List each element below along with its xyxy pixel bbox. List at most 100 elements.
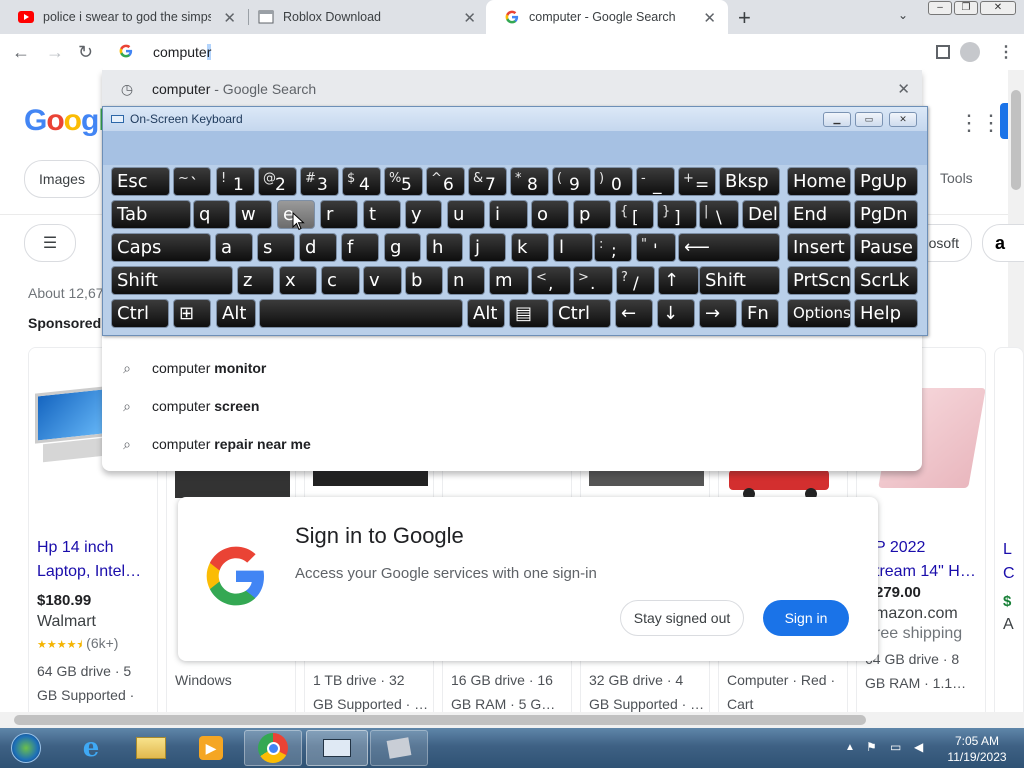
tools-button[interactable]: Tools bbox=[940, 170, 973, 186]
key-8[interactable]: * 8 bbox=[510, 167, 549, 196]
pgup-key[interactable]: PgUp bbox=[854, 167, 918, 196]
left-arrow-key[interactable]: ← bbox=[615, 299, 653, 328]
key-l[interactable]: l bbox=[553, 233, 593, 262]
key-/[interactable]: ? / bbox=[616, 266, 655, 295]
enter-key[interactable]: ⟵ bbox=[678, 233, 780, 262]
suggestion-item[interactable]: ⌕ computer repair near me bbox=[102, 425, 922, 463]
tab-youtube[interactable]: police i swear to god the simpsons ✕ bbox=[0, 0, 248, 34]
options-key[interactable]: Options bbox=[787, 299, 851, 328]
minimize-button[interactable]: – bbox=[928, 1, 952, 15]
product-card[interactable]: LC $ A bbox=[994, 347, 1024, 727]
shift-key[interactable]: Shift bbox=[111, 266, 233, 295]
esc-key[interactable]: Esc bbox=[111, 167, 170, 196]
action-center-flag-icon[interactable]: ⚑ bbox=[866, 740, 877, 754]
close-window-button[interactable]: ✕ bbox=[980, 1, 1016, 15]
key-q[interactable]: q bbox=[193, 200, 230, 229]
windows-key-icon[interactable]: ⊞ bbox=[173, 299, 211, 328]
key-g[interactable]: g bbox=[384, 233, 421, 262]
key-`[interactable]: ~ ` bbox=[173, 167, 211, 196]
down-arrow-key[interactable]: ↓ bbox=[657, 299, 695, 328]
back-arrow-icon[interactable]: ← bbox=[12, 42, 30, 63]
key-k[interactable]: k bbox=[511, 233, 549, 262]
ctrl-key[interactable]: Ctrl bbox=[111, 299, 169, 328]
key-][interactable]: }] bbox=[657, 200, 697, 229]
key-0[interactable]: ) 0 bbox=[594, 167, 633, 196]
suggestion-item[interactable]: ⌕ computer screen bbox=[102, 387, 922, 425]
tab-key[interactable]: Tab bbox=[111, 200, 191, 229]
key-3[interactable]: #3 bbox=[300, 167, 339, 196]
key-\[interactable]: | \ bbox=[699, 200, 739, 229]
key-a[interactable]: a bbox=[215, 233, 253, 262]
new-tab-button[interactable]: + bbox=[738, 5, 751, 31]
stay-signed-out-button[interactable]: Stay signed out bbox=[620, 600, 744, 636]
tab-close-icon[interactable]: ✕ bbox=[223, 9, 236, 27]
key-h[interactable]: h bbox=[426, 233, 463, 262]
tab-roblox[interactable]: Roblox Download ✕ bbox=[240, 0, 488, 34]
suggestion-item[interactable]: ◷ computer - Google Search ✕ bbox=[102, 70, 922, 108]
pause-key[interactable]: Pause bbox=[854, 233, 918, 262]
pgdn-key[interactable]: PgDn bbox=[854, 200, 918, 229]
side-panel-icon[interactable] bbox=[936, 45, 950, 59]
scroll-thumb[interactable] bbox=[14, 715, 866, 725]
key-5[interactable]: % 5 bbox=[384, 167, 423, 196]
end-key[interactable]: End bbox=[787, 200, 851, 229]
tab-close-icon[interactable]: ✕ bbox=[703, 9, 716, 27]
start-button[interactable] bbox=[6, 730, 46, 766]
remove-suggestion-icon[interactable]: ✕ bbox=[897, 80, 910, 98]
address-input[interactable]: computer bbox=[153, 44, 212, 60]
shift-key[interactable]: Shift bbox=[699, 266, 780, 295]
key-,[interactable]: <, bbox=[531, 266, 571, 295]
osk-taskbar-icon[interactable] bbox=[306, 730, 368, 766]
key-'[interactable]: " ' bbox=[636, 233, 676, 262]
chip-amazon[interactable]: a bbox=[982, 224, 1024, 262]
tab-close-icon[interactable]: ✕ bbox=[463, 9, 476, 27]
scroll-thumb[interactable] bbox=[1011, 90, 1021, 190]
key-z[interactable]: z bbox=[237, 266, 274, 295]
backspace-key[interactable]: Bksp bbox=[719, 167, 780, 196]
alt-key[interactable]: Alt bbox=[216, 299, 256, 328]
key-x[interactable]: x bbox=[279, 266, 317, 295]
network-icon[interactable]: ▭ bbox=[890, 740, 901, 754]
key-o[interactable]: o bbox=[531, 200, 569, 229]
key-;[interactable]: :; bbox=[594, 233, 632, 262]
key-c[interactable]: c bbox=[321, 266, 360, 295]
clock[interactable]: 7:05 AM 11/19/2023 bbox=[944, 733, 1010, 765]
key-v[interactable]: v bbox=[363, 266, 402, 295]
key-1[interactable]: ! 1 bbox=[216, 167, 255, 196]
chrome-taskbar-icon[interactable] bbox=[244, 730, 302, 766]
right-arrow-key[interactable]: → bbox=[699, 299, 737, 328]
file-explorer-icon[interactable] bbox=[122, 730, 180, 766]
scrlk-key[interactable]: ScrLk bbox=[854, 266, 918, 295]
forward-arrow-icon[interactable]: → bbox=[46, 42, 64, 63]
key-t[interactable]: t bbox=[363, 200, 401, 229]
key-d[interactable]: d bbox=[299, 233, 337, 262]
key-7[interactable]: & 7 bbox=[468, 167, 507, 196]
key-=[interactable]: + = bbox=[678, 167, 716, 196]
key-f[interactable]: f bbox=[341, 233, 379, 262]
insert-key[interactable]: Insert bbox=[787, 233, 851, 262]
key-r[interactable]: r bbox=[320, 200, 358, 229]
key-6[interactable]: ^ 6 bbox=[426, 167, 465, 196]
key-b[interactable]: b bbox=[405, 266, 443, 295]
key-n[interactable]: n bbox=[447, 266, 485, 295]
ctrl-key[interactable]: Ctrl bbox=[552, 299, 611, 328]
key-_[interactable]: - _ bbox=[636, 167, 675, 196]
prtscn-key[interactable]: PrtScn bbox=[787, 266, 851, 295]
menu-dots-icon[interactable]: ⋮ bbox=[998, 42, 1014, 62]
key-9[interactable]: (9 bbox=[552, 167, 591, 196]
internet-explorer-icon[interactable]: e bbox=[62, 730, 120, 766]
key-u[interactable]: u bbox=[447, 200, 485, 229]
key-s[interactable]: s bbox=[257, 233, 295, 262]
menu-key-icon[interactable]: ▤ bbox=[509, 299, 549, 328]
key-.[interactable]: >. bbox=[573, 266, 613, 295]
up-arrow-key[interactable]: ↑ bbox=[658, 266, 699, 295]
fn-key[interactable]: Fn bbox=[741, 299, 779, 328]
key-w[interactable]: w bbox=[235, 200, 272, 229]
tab-google-search[interactable]: computer - Google Search ✕ bbox=[486, 0, 728, 34]
media-player-icon[interactable]: ▶ bbox=[182, 730, 240, 766]
key-[[interactable]: {[ bbox=[615, 200, 654, 229]
help-key[interactable]: Help bbox=[854, 299, 918, 328]
alt-key[interactable]: Alt bbox=[467, 299, 505, 328]
key-2[interactable]: @2 bbox=[258, 167, 297, 196]
show-hidden-icons-icon[interactable]: ▲ bbox=[845, 742, 855, 753]
